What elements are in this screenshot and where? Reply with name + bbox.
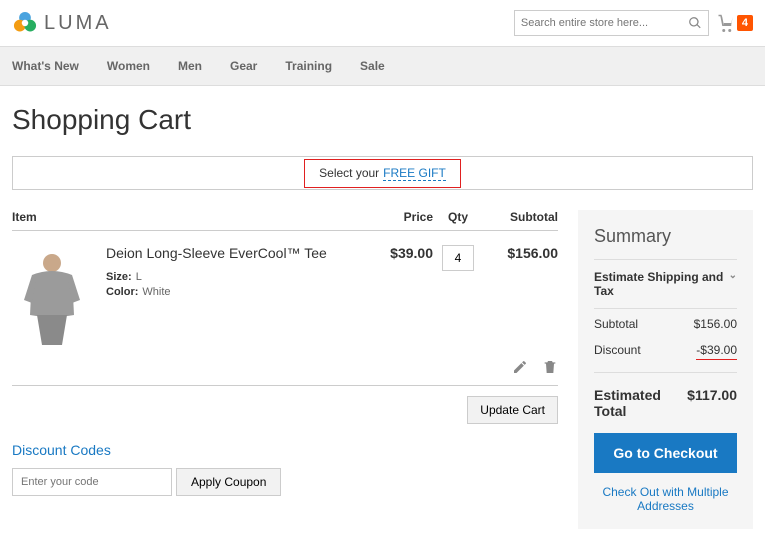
subtotal-value: $156.00 — [694, 317, 737, 331]
color-value: White — [142, 286, 170, 298]
nav-item-what-s-new[interactable]: What's New — [12, 47, 95, 85]
free-gift-prefix: Select your — [319, 166, 379, 181]
estimate-shipping-toggle[interactable]: Estimate Shipping and Tax ⌄ — [594, 259, 737, 309]
discount-value: -$39.00 — [696, 343, 737, 360]
nav-item-gear[interactable]: Gear — [230, 47, 273, 85]
nav-item-women[interactable]: Women — [107, 47, 166, 85]
row-subtotal: $156.00 — [483, 245, 558, 345]
multi-address-link[interactable]: Check Out with Multiple Addresses — [594, 485, 737, 513]
nav-item-men[interactable]: Men — [178, 47, 218, 85]
checkout-button[interactable]: Go to Checkout — [594, 433, 737, 473]
summary-title: Summary — [594, 226, 737, 247]
cart-row: Deion Long-Sleeve EverCool™ Tee Size: L C… — [12, 231, 558, 353]
size-label: Size: — [106, 271, 132, 283]
total-value: $117.00 — [687, 387, 737, 419]
search-icon[interactable] — [688, 16, 702, 30]
summary-block: Summary Estimate Shipping and Tax ⌄ Subt… — [578, 210, 753, 529]
size-value: L — [136, 271, 142, 283]
apply-coupon-button[interactable]: Apply Coupon — [176, 468, 281, 496]
qty-input[interactable] — [442, 245, 474, 271]
col-header-subtotal: Subtotal — [483, 210, 558, 224]
luma-logo-icon — [12, 10, 38, 36]
remove-icon[interactable] — [542, 359, 558, 375]
discount-label: Discount — [594, 343, 641, 360]
subtotal-label: Subtotal — [594, 317, 638, 331]
mini-cart-button[interactable]: 4 — [717, 14, 753, 32]
discount-codes-title[interactable]: Discount Codes — [12, 442, 558, 458]
chevron-down-icon: ⌄ — [729, 270, 737, 298]
total-label: Estimated Total — [594, 387, 687, 419]
row-price: $39.00 — [363, 245, 433, 345]
col-header-item: Item — [12, 210, 363, 224]
search-box[interactable] — [514, 10, 709, 36]
page-title: Shopping Cart — [12, 104, 753, 136]
product-image[interactable] — [12, 245, 92, 345]
free-gift-bar: Select your FREE GIFT — [12, 156, 753, 190]
search-input[interactable] — [521, 17, 688, 29]
nav-item-training[interactable]: Training — [285, 47, 348, 85]
cart-icon — [717, 14, 735, 32]
logo-text: LUMA — [44, 12, 112, 35]
coupon-input[interactable] — [12, 468, 172, 496]
update-cart-button[interactable]: Update Cart — [467, 396, 558, 424]
col-header-qty: Qty — [433, 210, 483, 224]
cart-count-badge: 4 — [737, 15, 753, 31]
main-nav: What's New Women Men Gear Training Sale — [0, 46, 765, 86]
product-name[interactable]: Deion Long-Sleeve EverCool™ Tee — [106, 245, 363, 261]
nav-item-sale[interactable]: Sale — [360, 47, 401, 85]
logo[interactable]: LUMA — [12, 10, 112, 36]
edit-icon[interactable] — [512, 359, 528, 375]
col-header-price: Price — [363, 210, 433, 224]
color-label: Color: — [106, 286, 138, 298]
free-gift-link[interactable]: FREE GIFT — [383, 166, 446, 181]
